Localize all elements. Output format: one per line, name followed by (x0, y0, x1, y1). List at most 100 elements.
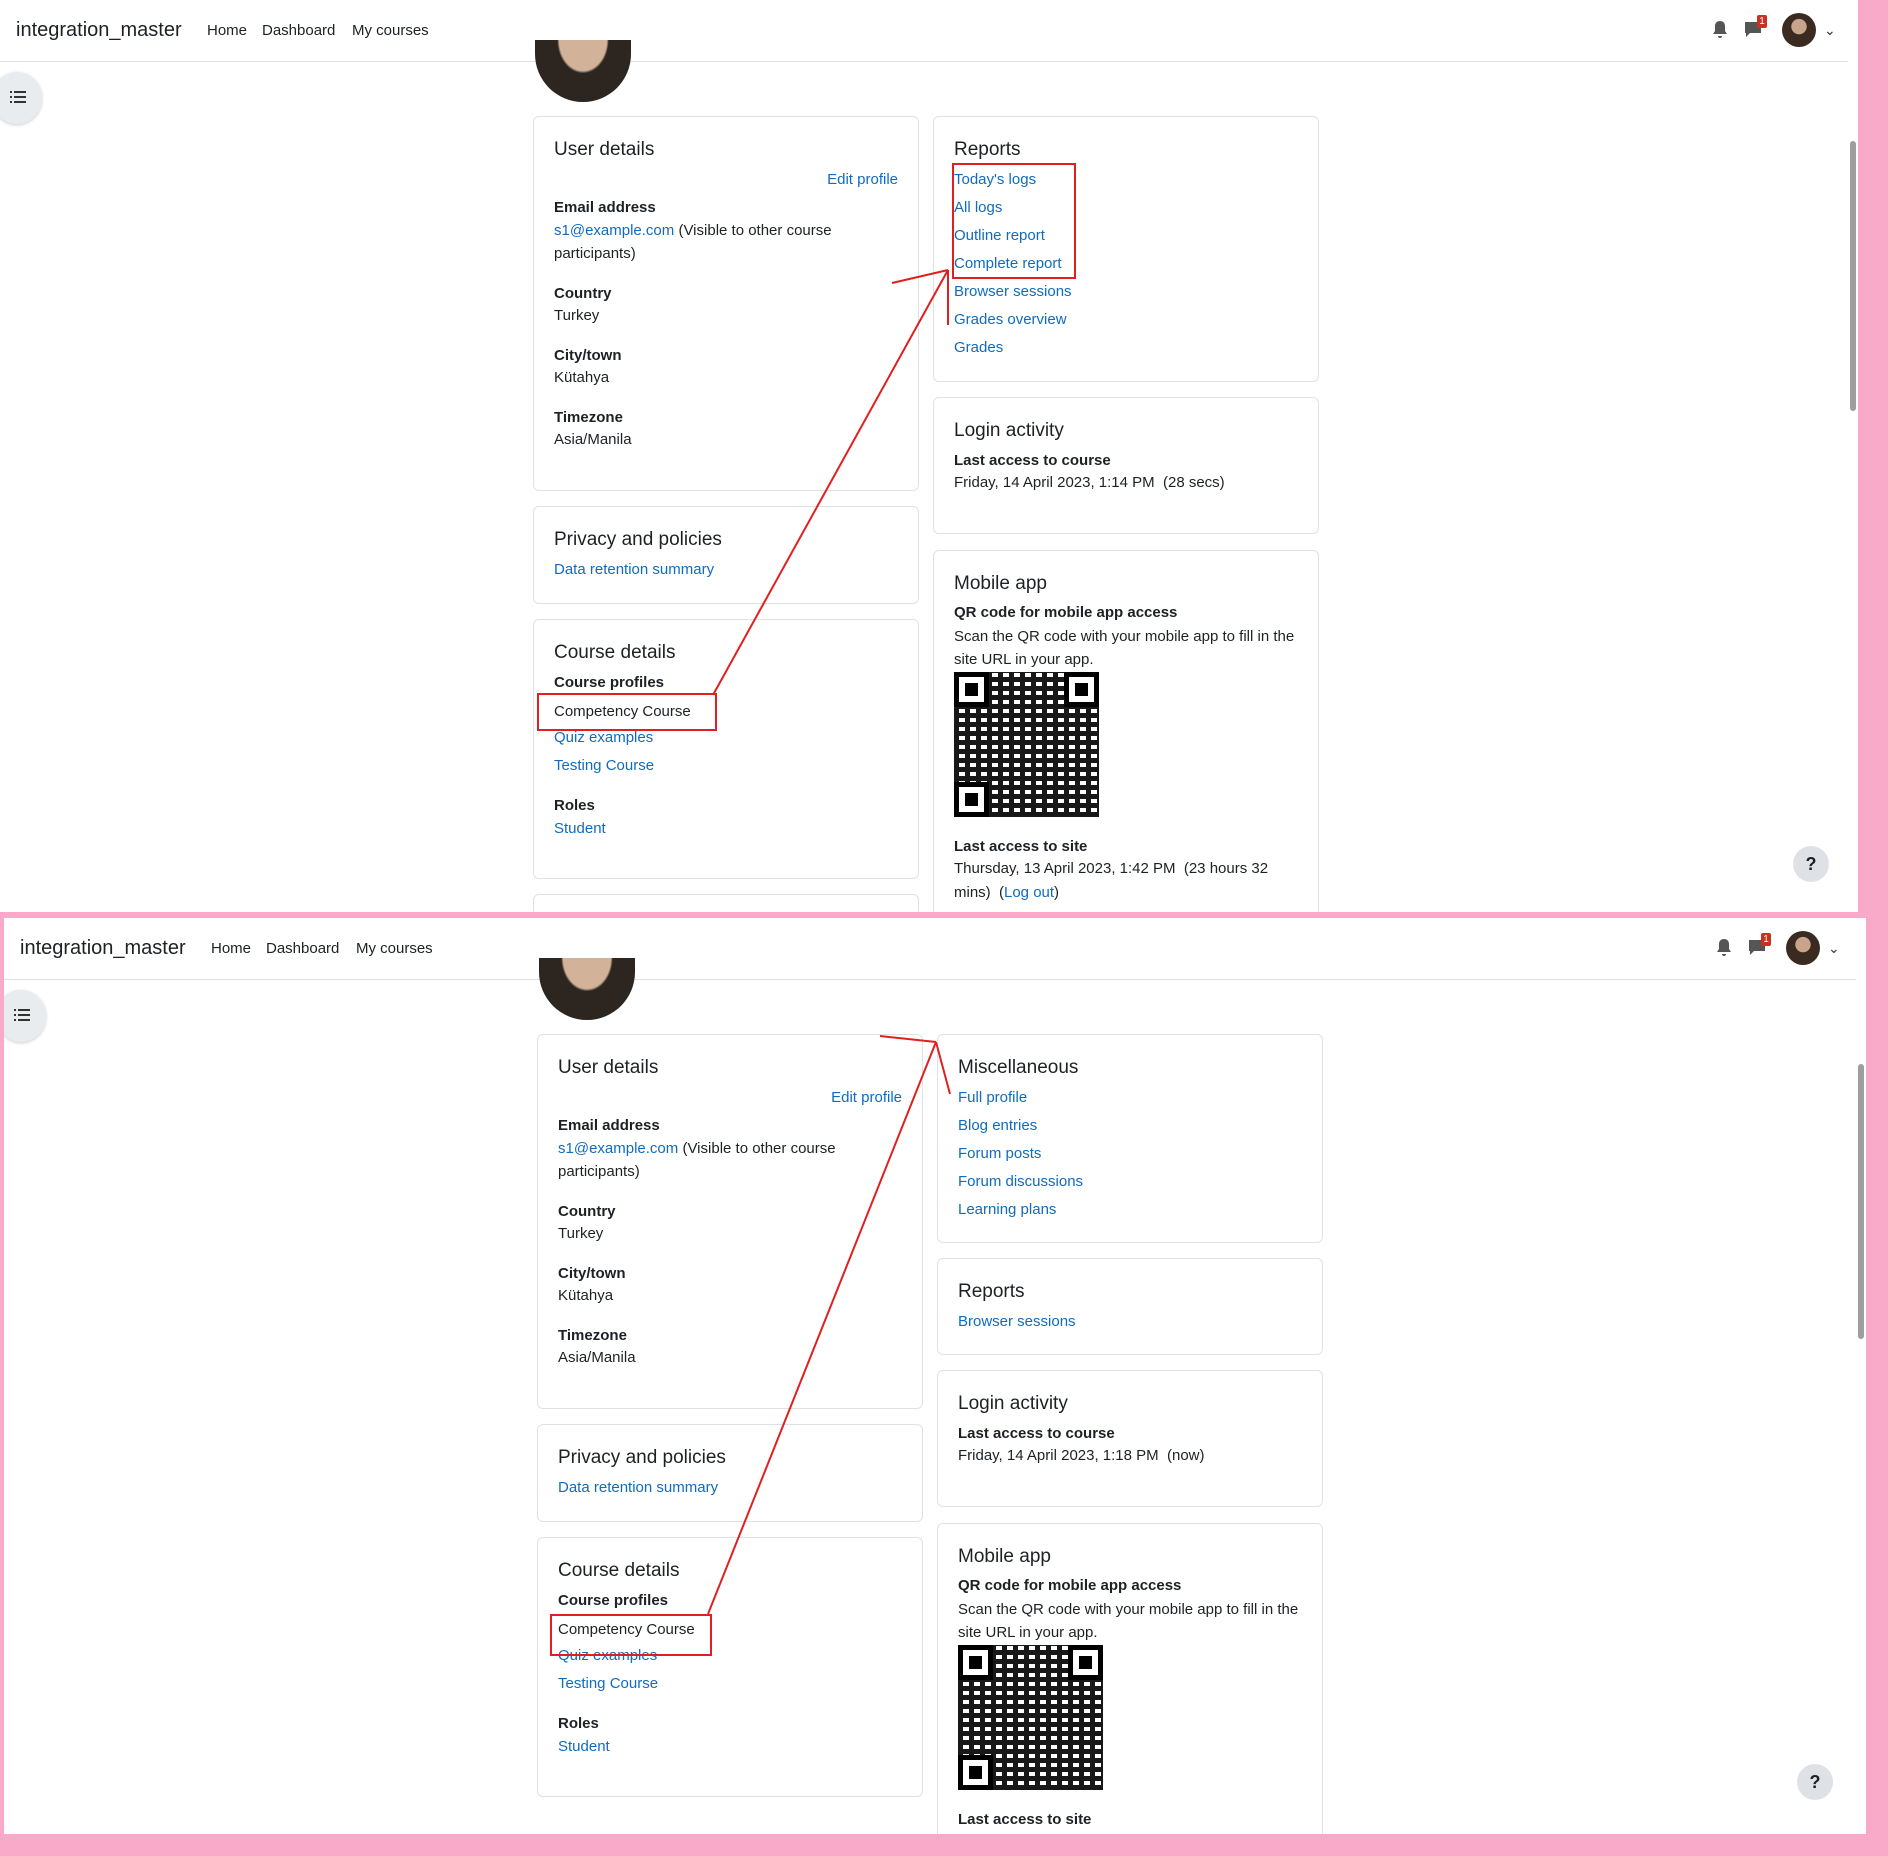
report-complete[interactable]: Complete report (954, 255, 1062, 272)
course-testing[interactable]: Testing Course (558, 1675, 658, 1692)
nav-my-courses[interactable]: My courses (356, 940, 433, 957)
nav-dashboard[interactable]: Dashboard (266, 940, 339, 957)
bell-icon[interactable] (1715, 938, 1733, 958)
privacy-card: Privacy and policies Data retention summ… (533, 506, 919, 604)
data-retention-link[interactable]: Data retention summary (558, 1479, 718, 1496)
city-label: City/town (558, 1265, 626, 1282)
report-grades[interactable]: Grades (954, 339, 1003, 356)
scrollbar[interactable] (1848, 61, 1858, 912)
qr-text-1: Scan the QR code with your mobile app to… (954, 628, 1295, 645)
messages-badge: 1 (1757, 15, 1767, 28)
data-retention-link[interactable]: Data retention summary (554, 561, 714, 578)
roles-label: Roles (558, 1715, 599, 1732)
misc-full-profile[interactable]: Full profile (958, 1089, 1027, 1106)
report-grades-overview[interactable]: Grades overview (954, 311, 1067, 328)
bell-icon[interactable] (1711, 20, 1729, 40)
email-label: Email address (558, 1117, 660, 1134)
card-title: Privacy and policies (554, 529, 722, 550)
mobile-app-card: Mobile app QR code for mobile app access… (933, 550, 1319, 912)
report-browser-sessions[interactable]: Browser sessions (958, 1313, 1076, 1330)
email-link[interactable]: s1@example.com (558, 1140, 678, 1157)
top-navbar: integration_master Home Dashboard My cou… (0, 0, 1858, 62)
course-profiles-label: Course profiles (558, 1592, 669, 1609)
misc-forum-discussions[interactable]: Forum discussions (958, 1173, 1083, 1190)
user-avatar[interactable] (1786, 931, 1820, 965)
card-title: User details (558, 1057, 659, 1078)
report-browser-sessions[interactable]: Browser sessions (954, 283, 1072, 300)
last-access-site-value-cont: mins) (Log out) (954, 884, 1060, 901)
roles-label: Roles (554, 797, 595, 814)
email-label: Email address (554, 199, 656, 216)
help-button[interactable]: ? (1793, 846, 1829, 882)
timezone-value: Asia/Manila (554, 431, 632, 448)
edit-profile-link[interactable]: Edit profile (831, 1089, 902, 1106)
top-navbar: integration_master Home Dashboard My cou… (4, 918, 1866, 980)
user-avatar[interactable] (1782, 13, 1816, 47)
card-title: Mobile app (958, 1546, 1051, 1567)
course-competency[interactable]: Competency Course (554, 700, 691, 723)
card-title: Reports (958, 1281, 1025, 1302)
misc-learning-plans[interactable]: Learning plans (958, 1201, 1056, 1218)
card-title: Miscellaneous (958, 1057, 1079, 1078)
nav-home[interactable]: Home (207, 22, 247, 39)
country-value: Turkey (554, 307, 600, 324)
card-title: Login activity (958, 1393, 1068, 1414)
course-index-toggle[interactable] (4, 990, 46, 1042)
country-label: Country (554, 285, 612, 302)
miscellaneous-card: Miscellaneous Full profile Blog entries … (937, 1034, 1323, 1243)
card-title: Course details (558, 1560, 680, 1581)
last-access-site-value: Thursday, 13 April 2023, 1:42 PM (23 hou… (954, 860, 1269, 877)
email-note: (Visible to other course (682, 1140, 836, 1157)
chevron-down-icon[interactable]: ⌄ (1824, 22, 1836, 39)
nav-my-courses[interactable]: My courses (352, 22, 429, 39)
last-access-course-value: Friday, 14 April 2023, 1:14 PM (28 secs) (954, 474, 1225, 491)
last-access-site-label: Last access to site (958, 1811, 1092, 1828)
course-quiz-examples[interactable]: Quiz examples (558, 1647, 657, 1664)
role-student[interactable]: Student (554, 820, 606, 837)
nav-home[interactable]: Home (211, 940, 251, 957)
city-value: Kütahya (554, 369, 610, 386)
report-outline[interactable]: Outline report (954, 227, 1045, 244)
logout-link[interactable]: Log out (1004, 884, 1054, 901)
report-all-logs[interactable]: All logs (954, 199, 1002, 216)
card-title: Course details (554, 642, 676, 663)
next-card-partial (533, 894, 919, 912)
scrollbar[interactable] (1856, 979, 1866, 1834)
help-button[interactable]: ? (1797, 1764, 1833, 1800)
timezone-value: Asia/Manila (558, 1349, 636, 1366)
email-row: s1@example.com (Visible to other course (558, 1137, 836, 1160)
card-title: Mobile app (954, 573, 1047, 594)
reports-card: Reports Browser sessions (937, 1258, 1323, 1355)
edit-profile-link[interactable]: Edit profile (827, 171, 898, 188)
course-competency[interactable]: Competency Course (558, 1618, 695, 1641)
course-quiz-examples[interactable]: Quiz examples (554, 729, 653, 746)
misc-forum-posts[interactable]: Forum posts (958, 1145, 1041, 1162)
country-value: Turkey (558, 1225, 604, 1242)
course-testing[interactable]: Testing Course (554, 757, 654, 774)
last-access-course-label: Last access to course (954, 452, 1111, 469)
chevron-down-icon[interactable]: ⌄ (1828, 940, 1840, 957)
screenshot-after: integration_master Home Dashboard My cou… (4, 918, 1866, 1834)
privacy-card: Privacy and policies Data retention summ… (537, 1424, 923, 1522)
last-access-course-value: Friday, 14 April 2023, 1:18 PM (now) (958, 1447, 1205, 1464)
list-icon (14, 1009, 30, 1021)
misc-blog-entries[interactable]: Blog entries (958, 1117, 1037, 1134)
report-todays-logs[interactable]: Today's logs (954, 171, 1036, 188)
email-note-cont: participants) (558, 1163, 640, 1180)
role-student[interactable]: Student (558, 1738, 610, 1755)
site-brand[interactable]: integration_master (16, 19, 182, 42)
city-label: City/town (554, 347, 622, 364)
qr-code (958, 1645, 1103, 1790)
course-index-toggle[interactable] (0, 72, 42, 124)
last-access-course-label: Last access to course (958, 1425, 1115, 1442)
qr-label: QR code for mobile app access (954, 604, 1178, 621)
annotation-arrow (712, 269, 949, 696)
email-link[interactable]: s1@example.com (554, 222, 674, 239)
card-title: Reports (954, 139, 1021, 160)
email-note: (Visible to other course (678, 222, 832, 239)
timezone-label: Timezone (558, 1327, 627, 1344)
user-details-card: User details Edit profile Email address … (533, 116, 919, 491)
site-brand[interactable]: integration_master (20, 937, 186, 960)
nav-dashboard[interactable]: Dashboard (262, 22, 335, 39)
messages-badge: 1 (1761, 933, 1771, 946)
